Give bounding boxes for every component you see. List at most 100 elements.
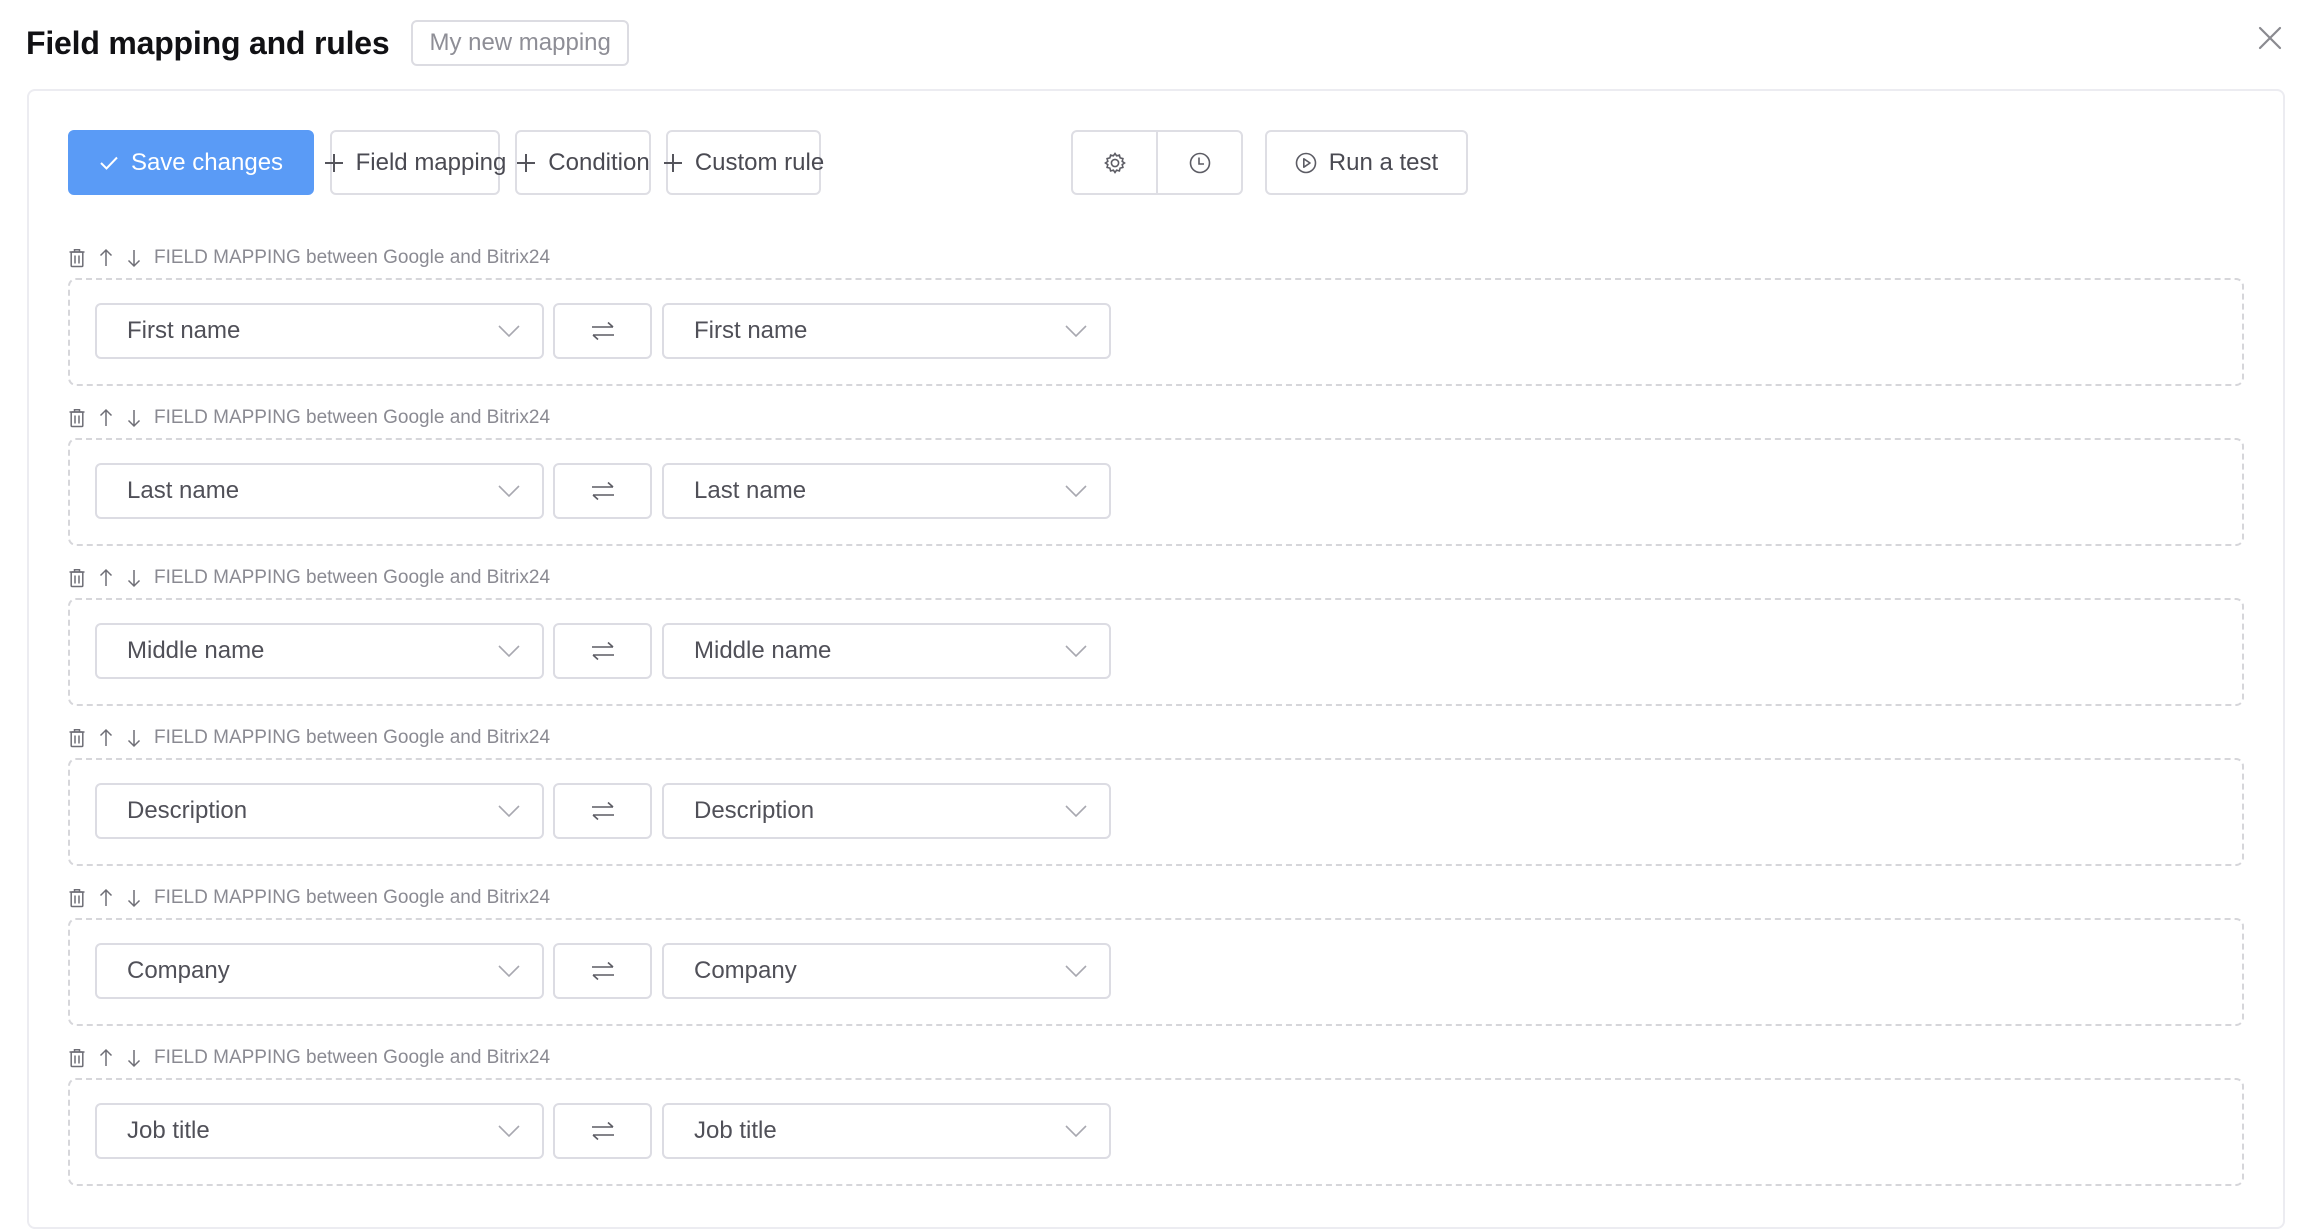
mapping-name-field[interactable]: My new mapping <box>411 20 629 66</box>
move-up-button[interactable] <box>98 1048 114 1068</box>
field-mapping-rule: FIELD MAPPING between Google and Bitrix2… <box>68 1046 2244 1186</box>
arrow-down-icon <box>127 730 141 748</box>
add-custom-rule-button[interactable]: Custom rule <box>663 130 825 195</box>
rule-header: FIELD MAPPING between Google and Bitrix2… <box>68 406 2244 430</box>
delete-rule-button[interactable] <box>68 248 86 268</box>
chevron-down-icon <box>498 485 520 498</box>
swap-direction-button[interactable] <box>553 943 652 999</box>
rule-label: FIELD MAPPING between Google and Bitrix2… <box>154 1047 551 1068</box>
header: Field mapping and rules My new mapping <box>26 18 629 68</box>
rule-label: FIELD MAPPING between Google and Bitrix2… <box>154 247 551 268</box>
source-field-select[interactable]: Middle name <box>95 623 544 679</box>
target-field-select[interactable]: Last name <box>662 463 1111 519</box>
chevron-down-icon <box>1065 1125 1087 1138</box>
settings-history-group <box>1071 130 1243 195</box>
rule-body: Description Description <box>68 758 2244 866</box>
swap-direction-button[interactable] <box>553 623 652 679</box>
settings-button[interactable] <box>1073 132 1156 193</box>
chevron-down-icon <box>498 965 520 978</box>
rule-header: FIELD MAPPING between Google and Bitrix2… <box>68 726 2244 750</box>
arrow-down-icon <box>127 250 141 268</box>
target-field-value: Last name <box>694 477 807 504</box>
add-field-mapping-button[interactable]: Field mapping <box>324 130 506 195</box>
history-button[interactable] <box>1156 132 1241 193</box>
move-down-button[interactable] <box>126 408 142 428</box>
close-button[interactable] <box>2256 24 2284 52</box>
rule-label: FIELD MAPPING between Google and Bitrix2… <box>154 567 551 588</box>
swap-arrows-icon <box>591 641 614 661</box>
delete-rule-button[interactable] <box>68 888 86 908</box>
target-field-select[interactable]: First name <box>662 303 1111 359</box>
target-field-select[interactable]: Description <box>662 783 1111 839</box>
rule-label: FIELD MAPPING between Google and Bitrix2… <box>154 887 551 908</box>
arrow-down-icon <box>127 1050 141 1068</box>
source-field-value: First name <box>127 317 241 344</box>
rule-header: FIELD MAPPING between Google and Bitrix2… <box>68 246 2244 270</box>
source-field-select[interactable]: Company <box>95 943 544 999</box>
move-up-button[interactable] <box>98 888 114 908</box>
arrow-up-icon <box>99 248 113 266</box>
toolbar: Save changes Field mapping Condition Cus… <box>68 130 825 195</box>
check-icon <box>99 155 119 171</box>
move-down-button[interactable] <box>126 728 142 748</box>
swap-direction-button[interactable] <box>553 783 652 839</box>
run-test-button[interactable]: Run a test <box>1265 130 1468 195</box>
swap-direction-button[interactable] <box>553 463 652 519</box>
delete-rule-button[interactable] <box>68 408 86 428</box>
delete-rule-button[interactable] <box>68 728 86 748</box>
delete-rule-button[interactable] <box>68 1048 86 1068</box>
move-up-button[interactable] <box>98 408 114 428</box>
clock-icon <box>1189 152 1210 173</box>
move-up-button[interactable] <box>98 728 114 748</box>
trash-icon <box>69 569 85 588</box>
delete-rule-button[interactable] <box>68 568 86 588</box>
chevron-down-icon <box>1065 325 1087 338</box>
rule-body: First name First name <box>68 278 2244 386</box>
source-field-value: Job title <box>127 1117 210 1144</box>
rule-body: Job title Job title <box>68 1078 2244 1186</box>
arrow-up-icon <box>99 728 113 746</box>
source-field-value: Last name <box>127 477 240 504</box>
move-up-button[interactable] <box>98 248 114 268</box>
source-field-select[interactable]: First name <box>95 303 544 359</box>
source-field-value: Middle name <box>127 637 265 664</box>
rule-body: Middle name Middle name <box>68 598 2244 706</box>
source-field-select[interactable]: Description <box>95 783 544 839</box>
field-mapping-rule: FIELD MAPPING between Google and Bitrix2… <box>68 246 2244 386</box>
rule-header: FIELD MAPPING between Google and Bitrix2… <box>68 886 2244 910</box>
add-custom-rule-label: Custom rule <box>694 148 825 176</box>
trash-icon <box>69 729 85 748</box>
field-mapping-rule: FIELD MAPPING between Google and Bitrix2… <box>68 886 2244 1026</box>
plus-icon <box>324 153 344 173</box>
source-field-select[interactable]: Last name <box>95 463 544 519</box>
source-field-value: Description <box>127 797 248 824</box>
swap-arrows-icon <box>591 1121 614 1141</box>
swap-direction-button[interactable] <box>553 1103 652 1159</box>
plus-icon <box>663 153 683 173</box>
arrow-down-icon <box>127 410 141 428</box>
run-test-label: Run a test <box>1328 148 1439 176</box>
target-field-select[interactable]: Company <box>662 943 1111 999</box>
swap-arrows-icon <box>591 961 614 981</box>
source-field-select[interactable]: Job title <box>95 1103 544 1159</box>
arrow-up-icon <box>99 1048 113 1066</box>
swap-arrows-icon <box>591 481 614 501</box>
add-field-mapping-label: Field mapping <box>355 148 507 176</box>
rule-label: FIELD MAPPING between Google and Bitrix2… <box>154 727 551 748</box>
arrow-up-icon <box>99 888 113 906</box>
rule-body: Last name Last name <box>68 438 2244 546</box>
plus-icon <box>516 153 536 173</box>
save-changes-button[interactable]: Save changes <box>68 130 314 195</box>
move-up-button[interactable] <box>98 568 114 588</box>
add-condition-button[interactable]: Condition <box>515 130 651 195</box>
target-field-select[interactable]: Middle name <box>662 623 1111 679</box>
field-mapping-rule: FIELD MAPPING between Google and Bitrix2… <box>68 726 2244 866</box>
move-down-button[interactable] <box>126 568 142 588</box>
target-field-value: Description <box>694 797 815 824</box>
move-down-button[interactable] <box>126 248 142 268</box>
chevron-down-icon <box>1065 805 1087 818</box>
move-down-button[interactable] <box>126 1048 142 1068</box>
target-field-select[interactable]: Job title <box>662 1103 1111 1159</box>
move-down-button[interactable] <box>126 888 142 908</box>
swap-direction-button[interactable] <box>553 303 652 359</box>
